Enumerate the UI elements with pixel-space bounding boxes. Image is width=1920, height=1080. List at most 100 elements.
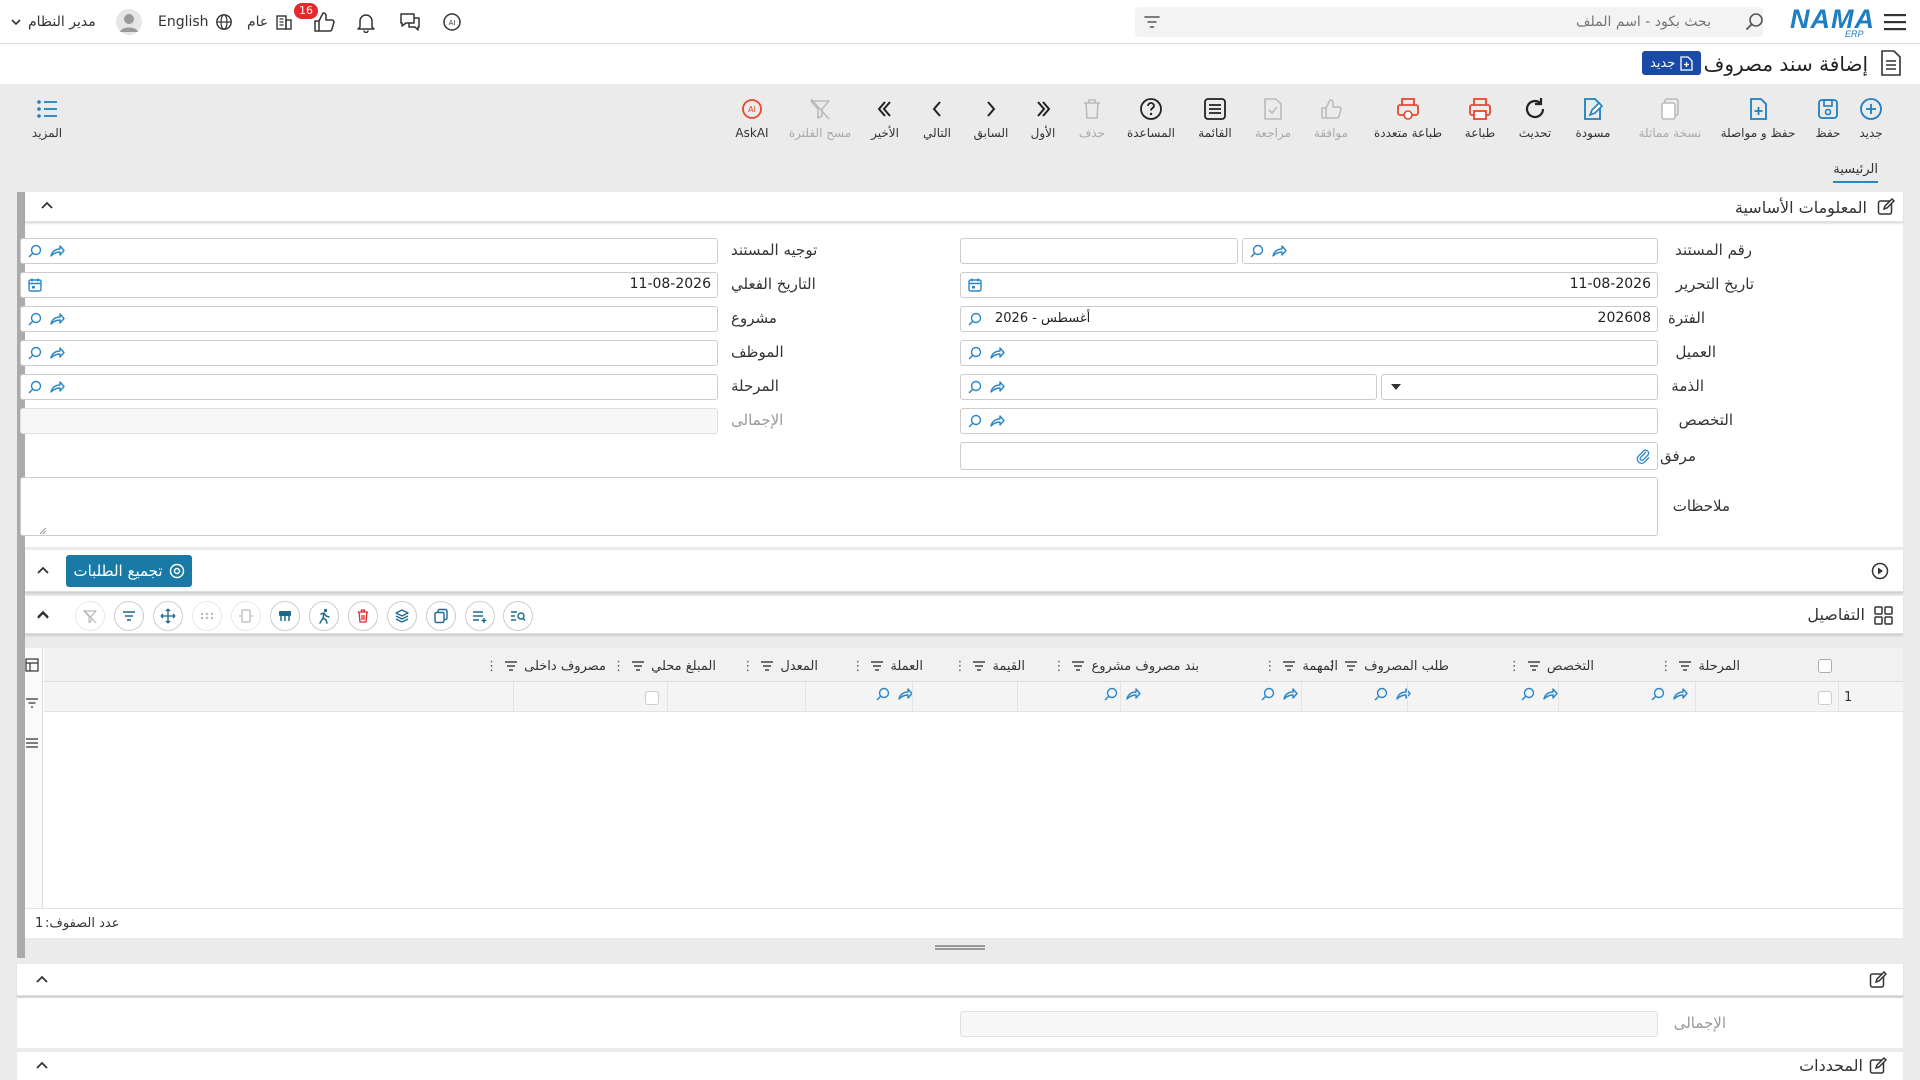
project-field[interactable] — [20, 306, 718, 332]
column-header[interactable]: ⋮ العملة — [851, 649, 923, 683]
language-switch[interactable]: English — [158, 0, 233, 44]
lookup-icon[interactable] — [1650, 686, 1666, 702]
lookup-icon[interactable] — [1373, 686, 1389, 702]
filter-row-icon[interactable] — [25, 697, 39, 711]
search-icon[interactable] — [1745, 12, 1765, 32]
share-arrow-icon[interactable] — [1125, 686, 1141, 702]
notes-textarea[interactable] — [20, 477, 1658, 536]
lookup-icon[interactable] — [27, 379, 43, 395]
basic-info-header[interactable]: المعلومات الأساسية — [25, 192, 1903, 222]
grid-data-row[interactable] — [44, 682, 1903, 712]
lookup-icon[interactable] — [967, 413, 983, 429]
layers-button[interactable] — [387, 601, 417, 631]
messages-button[interactable] — [398, 0, 422, 44]
share-arrow-icon[interactable] — [897, 686, 913, 702]
grid-cell-lookup[interactable] — [1650, 686, 1688, 702]
delete-row-button[interactable] — [348, 601, 378, 631]
doc-number-secondary-field[interactable] — [960, 238, 1238, 264]
chevron-up-icon[interactable] — [35, 608, 51, 624]
column-filter-icon[interactable] — [972, 659, 986, 673]
ai-assistant-button[interactable]: AI — [440, 0, 464, 44]
column-header[interactable]: ⋮ القيمة — [953, 649, 1025, 683]
edit-date-field[interactable]: 11-08-2026 — [960, 272, 1658, 298]
grid-cell-lookup[interactable] — [1103, 686, 1141, 702]
column-menu-icon[interactable]: ⋮ — [851, 659, 864, 674]
share-arrow-icon[interactable] — [1672, 686, 1688, 702]
notifications-button[interactable] — [355, 0, 377, 44]
move-button[interactable] — [153, 601, 183, 631]
print-button[interactable]: طباعة — [1445, 96, 1515, 140]
resize-handle-icon[interactable] — [39, 527, 47, 535]
chevron-up-icon[interactable] — [35, 563, 51, 579]
collect-requests-button[interactable]: تجميع الطلبات — [66, 555, 192, 587]
lookup-icon[interactable] — [1103, 686, 1119, 702]
share-arrow-icon[interactable] — [1271, 243, 1287, 259]
save-button[interactable]: حفظ — [1798, 96, 1858, 140]
panel-splitter-handle[interactable] — [935, 945, 985, 950]
global-search[interactable] — [1135, 7, 1763, 37]
customer-field[interactable] — [960, 340, 1658, 366]
select-all-checkbox[interactable] — [1818, 659, 1832, 673]
column-header[interactable]: ⋮ المهمة — [1263, 649, 1338, 683]
tab-main[interactable]: الرئيسية — [1833, 162, 1878, 183]
column-menu-icon[interactable]: ⋮ — [741, 659, 754, 674]
chevron-up-icon[interactable] — [34, 1058, 50, 1074]
share-arrow-icon[interactable] — [49, 243, 65, 259]
grid-cell-lookup[interactable] — [1520, 686, 1558, 702]
calendar-icon[interactable] — [967, 277, 983, 293]
multi-print-button[interactable]: طباعة متعددة — [1366, 96, 1450, 140]
column-filter-icon[interactable] — [504, 659, 518, 673]
column-header[interactable]: ⋮ التخصص — [1508, 649, 1594, 683]
stage-field[interactable] — [20, 374, 718, 400]
column-filter-icon[interactable] — [870, 659, 884, 673]
resize-columns-button[interactable] — [231, 601, 261, 631]
dots-grid-button[interactable] — [192, 601, 222, 631]
lookup-icon[interactable] — [967, 311, 983, 327]
lookup-icon[interactable] — [27, 311, 43, 327]
share-arrow-icon[interactable] — [1542, 686, 1558, 702]
column-filter-icon[interactable] — [1527, 659, 1541, 673]
filter-button[interactable] — [114, 601, 144, 631]
share-arrow-icon[interactable] — [49, 345, 65, 361]
doc-number-field[interactable] — [1242, 238, 1658, 264]
grid-cell-lookup[interactable] — [875, 686, 913, 702]
search-input[interactable] — [1171, 7, 1711, 37]
clear-filter-button[interactable]: مسح الفلترة — [784, 96, 856, 140]
play-circle-icon[interactable] — [1871, 562, 1889, 580]
column-header[interactable]: ⋮ المعدل — [741, 649, 818, 683]
branch-selector[interactable]: عام — [247, 0, 294, 44]
column-menu-icon[interactable]: ⋮ — [953, 659, 966, 674]
more-button[interactable]: المزيد — [12, 96, 82, 140]
copy-button[interactable]: نسخة مماثلة — [1628, 96, 1712, 140]
columns-menu-icon[interactable] — [25, 736, 39, 750]
totals-header[interactable] — [17, 964, 1903, 996]
filter-icon[interactable] — [1143, 13, 1161, 31]
lookup-icon[interactable] — [967, 345, 983, 361]
column-filter-icon[interactable] — [631, 659, 645, 673]
column-header[interactable]: ⋮ مصروف داخلى — [485, 649, 606, 683]
paperclip-icon[interactable] — [1635, 448, 1651, 464]
lookup-icon[interactable] — [1260, 686, 1276, 702]
selectors-header[interactable]: المحددات — [17, 1052, 1903, 1080]
liability-field[interactable] — [960, 374, 1377, 400]
clear-grid-filter-button[interactable] — [75, 601, 105, 631]
lookup-icon[interactable] — [27, 243, 43, 259]
lookup-icon[interactable] — [1520, 686, 1536, 702]
user-menu[interactable]: مدير النظام — [10, 0, 142, 44]
grid-cell-lookup[interactable] — [1260, 686, 1298, 702]
column-menu-icon[interactable]: ⋮ — [1508, 659, 1521, 674]
share-arrow-icon[interactable] — [989, 345, 1005, 361]
share-arrow-icon[interactable] — [989, 413, 1005, 429]
lookup-icon[interactable] — [27, 345, 43, 361]
column-header[interactable]: ⋮ المرحلة — [1659, 649, 1740, 683]
column-header[interactable]: ⋮ المبلغ محلي — [612, 649, 716, 683]
last-button[interactable]: الأخير — [850, 96, 920, 140]
internal-expense-checkbox[interactable] — [645, 691, 659, 705]
share-arrow-icon[interactable] — [49, 311, 65, 327]
edit-icon[interactable] — [1869, 971, 1887, 989]
column-filter-icon[interactable] — [760, 659, 774, 673]
details-header[interactable]: التفاصيل — [25, 596, 1903, 634]
split-row-button[interactable] — [270, 601, 300, 631]
lookup-icon[interactable] — [967, 379, 983, 395]
specialty-field[interactable] — [960, 408, 1658, 434]
